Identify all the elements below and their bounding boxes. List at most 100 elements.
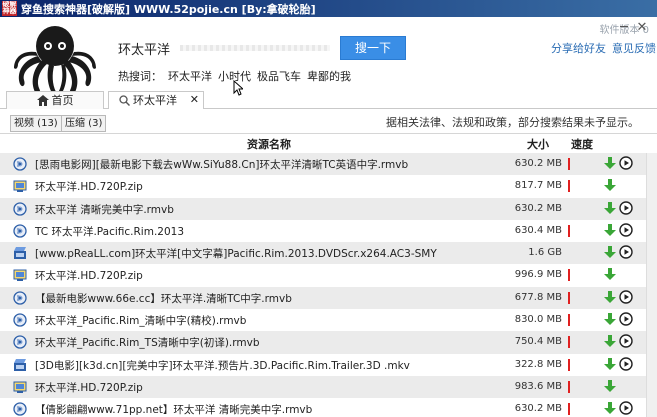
table-row[interactable]: [3D电影][k3d.cn][完美中字]环太平洋.预告片.3D.Pacific.…: [0, 354, 646, 376]
download-icon[interactable]: [604, 357, 616, 371]
speed-bar: [568, 403, 570, 416]
play-icon[interactable]: [619, 223, 633, 237]
filter-video[interactable]: 视频 (13): [10, 115, 62, 132]
octopus-logo: [14, 26, 96, 97]
file-size: 677.8 MB: [514, 291, 562, 303]
download-icon[interactable]: [604, 268, 616, 281]
table-row[interactable]: 环太平洋_Pacific.Rim_TS清晰中字(初译).rmvb 750.4 MB: [0, 331, 646, 354]
zip-file-icon: [13, 268, 27, 282]
tab-close-icon[interactable]: ✕: [190, 92, 199, 108]
file-name[interactable]: 环太平洋 清晰完美中字.rmvb: [35, 202, 174, 217]
tab-search-result[interactable]: 环太平洋 ✕: [108, 91, 204, 109]
table-row[interactable]: 环太平洋_Pacific.Rim_清晰中字(精校).rmvb 830.0 MB: [0, 309, 646, 331]
tab-search-label: 环太平洋: [133, 93, 177, 107]
file-name[interactable]: TC 环太平洋.Pacific.Rim.2013: [35, 224, 184, 239]
file-size: 630.4 MB: [514, 224, 562, 236]
speed-bar: [568, 158, 570, 170]
play-icon[interactable]: [619, 356, 633, 371]
file-name[interactable]: 环太平洋.HD.720P.zip: [35, 268, 143, 283]
window-title: 穿鱼搜索神器[破解版] WWW.52pojie.cn [By:拿破轮胎]: [21, 2, 316, 16]
download-icon[interactable]: [604, 402, 616, 415]
file-size: 322.8 MB: [514, 358, 562, 370]
speed-bar: [568, 358, 570, 371]
table-row[interactable]: 环太平洋 清晰完美中字.rmvb 630.2 MB: [0, 197, 646, 220]
download-icon[interactable]: [604, 379, 616, 393]
vertical-scrollbar[interactable]: [646, 153, 657, 417]
table-row[interactable]: [www.pReaLL.com]环太平洋[中文字幕]Pacific.Rim.20…: [0, 242, 646, 265]
feedback-link[interactable]: 意见反馈: [612, 40, 656, 56]
filter-bar: 视频 (13) 压缩 (3) 据相关法律、法规和政策，部分搜索结果未予显示。: [0, 110, 657, 134]
hot-keyword-4[interactable]: 卑鄙的我: [307, 68, 351, 84]
file-name[interactable]: [思雨电影网][最新电影下载去wWw.SiYu88.Cn]环太平洋清晰TC英语中…: [35, 157, 408, 172]
video-file-icon: [13, 313, 27, 327]
file-size: 630.2 MB: [514, 202, 562, 214]
search-button[interactable]: 搜一下: [340, 36, 406, 60]
file-size: 630.2 MB: [514, 158, 562, 169]
close-button[interactable]: ✕: [635, 20, 649, 35]
file-size: 630.2 MB: [514, 403, 562, 415]
table-row[interactable]: 【倩影翩翩www.71pp.net】环太平洋 清晰完美中字.rmvb 630.2 …: [0, 398, 646, 417]
tab-home-label: 首页: [51, 93, 74, 107]
play-icon[interactable]: [619, 312, 633, 326]
download-icon[interactable]: [604, 313, 616, 326]
play-icon[interactable]: [619, 401, 633, 415]
play-icon[interactable]: [619, 290, 633, 304]
header-name: 资源名称: [247, 138, 291, 151]
table-row[interactable]: [思雨电影网][最新电影下载去wWw.SiYu88.Cn]环太平洋清晰TC英语中…: [0, 153, 646, 176]
header-speed: 速度: [571, 138, 593, 151]
video-file-icon: [13, 224, 27, 238]
speed-bar: [568, 336, 570, 349]
file-size: 830.0 MB: [514, 314, 562, 326]
tab-bar: 首页 环太平洋 ✕: [0, 91, 657, 109]
file-size: 983.6 MB: [514, 380, 562, 392]
download-icon[interactable]: [604, 201, 616, 215]
video-file-icon: [13, 201, 27, 216]
table-row[interactable]: 环太平洋.HD.720P.zip 817.7 MB: [0, 175, 646, 197]
table-row[interactable]: TC 环太平洋.Pacific.Rim.2013 630.4 MB: [0, 220, 646, 242]
results-list: [思雨电影网][最新电影下载去wWw.SiYu88.Cn]环太平洋清晰TC英语中…: [0, 153, 646, 417]
video-file-icon: [13, 335, 27, 350]
download-icon[interactable]: [604, 246, 616, 259]
zip-file-icon: [13, 380, 27, 394]
hot-label: 热搜词：: [118, 70, 162, 83]
hot-keyword-3[interactable]: 极品飞车: [257, 68, 301, 84]
file-name[interactable]: [3D电影][k3d.cn][完美中字]环太平洋.预告片.3D.Pacific.…: [35, 358, 410, 373]
tab-home[interactable]: 首页: [6, 91, 104, 109]
table-row[interactable]: 【最新电影www.66e.cc】环太平洋.清晰TC中字.rmvb 677.8 MB: [0, 286, 646, 310]
speed-bar: [568, 314, 570, 327]
download-icon[interactable]: [604, 179, 616, 192]
file-name[interactable]: 【最新电影www.66e.cc】环太平洋.清晰TC中字.rmvb: [35, 291, 292, 306]
file-name[interactable]: 环太平洋_Pacific.Rim_清晰中字(精校).rmvb: [35, 313, 246, 328]
speed-bar: [568, 380, 570, 393]
download-icon[interactable]: [604, 223, 616, 237]
play-icon[interactable]: [619, 156, 633, 170]
play-icon[interactable]: [619, 245, 633, 259]
share-link[interactable]: 分享给好友: [551, 40, 606, 56]
table-row[interactable]: 环太平洋.HD.720P.zip 983.6 MB: [0, 375, 646, 399]
file-size: 750.4 MB: [514, 336, 562, 348]
movie-file-icon: [13, 246, 27, 260]
download-icon[interactable]: [604, 335, 616, 348]
file-name[interactable]: 环太平洋_Pacific.Rim_TS清晰中字(初译).rmvb: [35, 335, 260, 350]
file-name[interactable]: [www.pReaLL.com]环太平洋[中文字幕]Pacific.Rim.20…: [35, 246, 437, 261]
legal-notice: 据相关法律、法规和政策，部分搜索结果未予显示。: [386, 116, 639, 129]
speed-bar: [568, 291, 570, 304]
file-name[interactable]: 【倩影翩翩www.71pp.net】环太平洋 清晰完美中字.rmvb: [35, 402, 312, 417]
download-icon[interactable]: [604, 290, 616, 304]
hot-keyword-1[interactable]: 环太平洋: [168, 68, 212, 84]
play-icon[interactable]: [619, 200, 633, 215]
file-name[interactable]: 环太平洋.HD.720P.zip: [35, 380, 143, 395]
file-size: 996.9 MB: [514, 269, 562, 281]
minimize-button[interactable]: ─: [617, 20, 631, 35]
zip-file-icon: [13, 179, 27, 193]
movie-file-icon: [13, 358, 27, 372]
speed-bar: [568, 269, 570, 282]
video-file-icon: [13, 157, 27, 171]
play-icon[interactable]: [619, 334, 633, 349]
video-file-icon: [13, 291, 27, 305]
speed-bar: [568, 224, 570, 237]
table-row[interactable]: 环太平洋.HD.720P.zip 996.9 MB: [0, 264, 646, 286]
file-name[interactable]: 环太平洋.HD.720P.zip: [35, 179, 143, 194]
filter-zip[interactable]: 压缩 (3): [61, 115, 107, 132]
download-icon[interactable]: [604, 157, 616, 170]
